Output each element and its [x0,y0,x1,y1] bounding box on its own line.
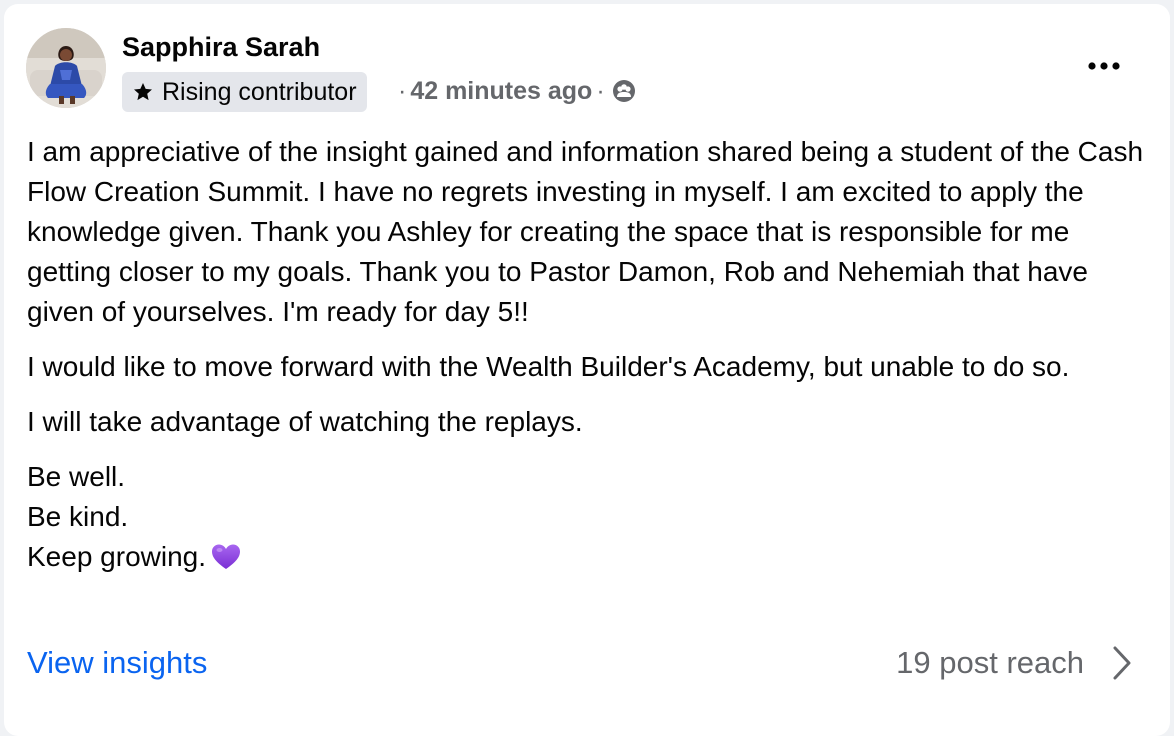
post-paragraph: I would like to move forward with the We… [27,351,1070,382]
contributor-badge[interactable]: Rising contributor [122,72,367,112]
timestamp[interactable]: 42 minutes ago [410,77,592,106]
author-name[interactable]: Sapphira Sarah [122,32,320,63]
post-body: I am appreciative of the insight gained … [27,132,1147,577]
signoff: Be well. Be kind. Keep growing. [27,457,1147,577]
post-reach-link[interactable]: 19 post reach [896,644,1134,682]
chevron-right-icon [1113,646,1131,680]
more-dots-icon [1088,62,1120,70]
avatar[interactable] [26,28,106,108]
post-reach-label: 19 post reach [896,645,1084,680]
post-paragraph: I will take advantage of watching the re… [27,406,583,437]
post-meta: · 42 minutes ago · [394,74,637,108]
purple-heart-icon [212,544,241,569]
meta-separator: · [398,76,407,105]
profile-photo [26,28,106,108]
signoff-line: Be kind. [27,501,129,532]
more-options-button[interactable] [1082,48,1126,84]
post-card: Sapphira Sarah Rising contributor · 42 m… [4,4,1170,736]
signoff-text: Keep growing. [27,541,207,572]
post-paragraph: I am appreciative of the insight gained … [27,136,1144,327]
signoff-line: Be well. [27,461,126,492]
group-audience-icon[interactable] [611,78,637,104]
badge-label: Rising contributor [162,77,357,106]
signoff-line: Keep growing. [27,537,1147,577]
view-insights-link[interactable]: View insights [27,645,207,681]
meta-separator-2: · [596,76,605,105]
star-icon [134,83,152,101]
